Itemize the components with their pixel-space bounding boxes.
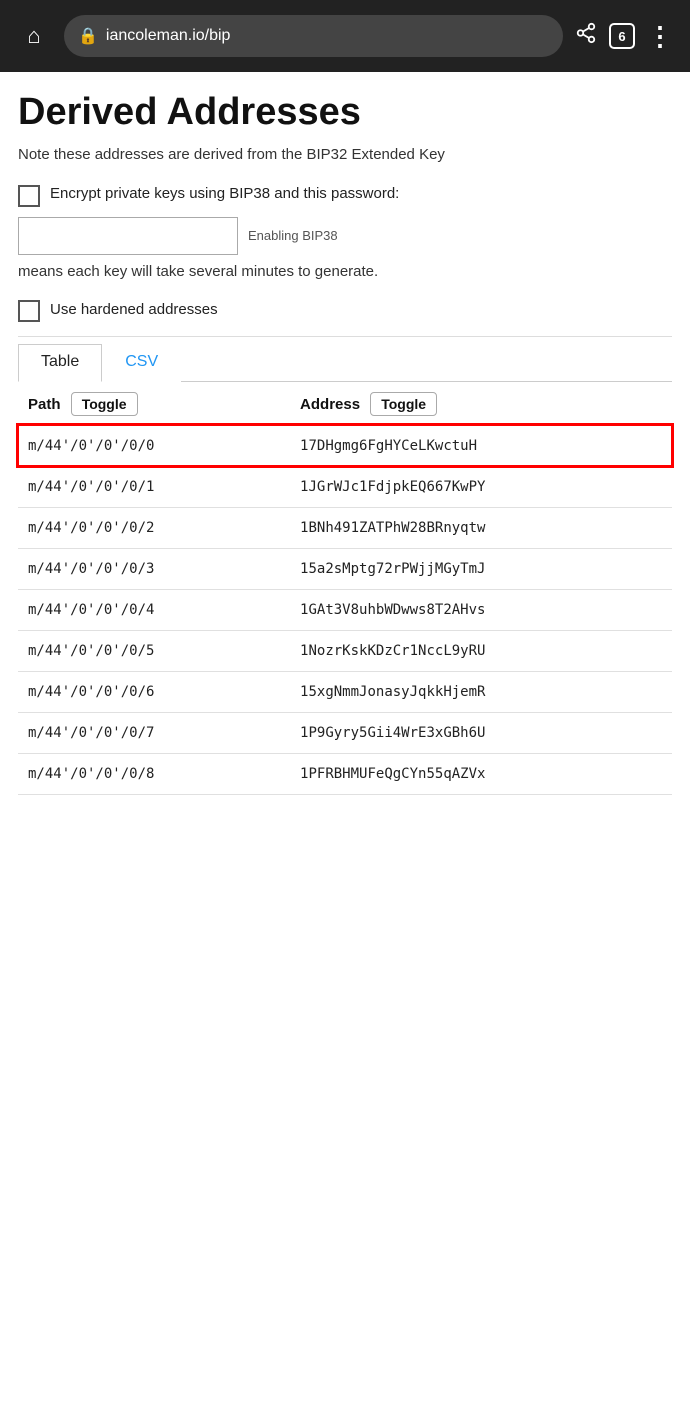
path-cell: m/44'/0'/0'/0/5 — [18, 630, 290, 671]
col-path-header: Path Toggle — [18, 382, 290, 425]
address-cell: 15a2sMptg72rPWjjMGyTmJ — [290, 548, 672, 589]
table-row[interactable]: m/44'/0'/0'/0/315a2sMptg72rPWjjMGyTmJ — [18, 548, 672, 589]
bip38-label: Encrypt private keys using BIP38 and thi… — [50, 183, 399, 206]
table-row[interactable]: m/44'/0'/0'/0/11JGrWJc1FdjpkEQ667KwPY — [18, 466, 672, 507]
tabs-section: Table CSV Path Toggle Address Toggle m/4… — [18, 336, 672, 795]
url-text: iancoleman.io/bip — [106, 27, 549, 45]
bip38-checkbox[interactable] — [18, 185, 40, 207]
table-row[interactable]: m/44'/0'/0'/0/71P9Gyry5Gii4WrE3xGBh6U — [18, 712, 672, 753]
lock-icon: 🔒 — [78, 26, 98, 46]
bip38-option-row: Encrypt private keys using BIP38 and thi… — [18, 183, 672, 207]
table-row[interactable]: m/44'/0'/0'/0/41GAt3V8uhbWDwws8T2AHvs — [18, 589, 672, 630]
page-subtitle: Note these addresses are derived from th… — [18, 144, 672, 165]
address-cell: 1JGrWJc1FdjpkEQ667KwPY — [290, 466, 672, 507]
address-cell: 17DHgmg6FgHYCeLKwctuH — [290, 425, 672, 467]
tab-csv[interactable]: CSV — [102, 344, 181, 382]
address-cell: 1NozrKskKDzCr1NccL9yRU — [290, 630, 672, 671]
page-title: Derived Addresses — [18, 92, 672, 134]
path-cell: m/44'/0'/0'/0/1 — [18, 466, 290, 507]
page-content: Derived Addresses Note these addresses a… — [0, 72, 690, 819]
address-toggle-button[interactable]: Toggle — [370, 392, 437, 416]
bip38-input-row: Enabling BIP38 — [18, 217, 672, 255]
path-cell: m/44'/0'/0'/0/7 — [18, 712, 290, 753]
path-cell: m/44'/0'/0'/0/8 — [18, 753, 290, 794]
table-header-row: Path Toggle Address Toggle — [18, 382, 672, 425]
hardened-label: Use hardened addresses — [50, 299, 218, 322]
path-cell: m/44'/0'/0'/0/3 — [18, 548, 290, 589]
bip38-warning: means each key will take several minutes… — [18, 261, 672, 282]
table-row[interactable]: m/44'/0'/0'/0/615xgNmmJonasyJqkkHjemR — [18, 671, 672, 712]
bip38-inline-note: Enabling BIP38 — [248, 228, 338, 243]
path-cell: m/44'/0'/0'/0/4 — [18, 589, 290, 630]
address-cell: 1GAt3V8uhbWDwws8T2AHvs — [290, 589, 672, 630]
addresses-table: Path Toggle Address Toggle m/44'/0'/0'/0… — [18, 382, 672, 795]
col-address-header: Address Toggle — [290, 382, 672, 425]
hardened-checkbox[interactable] — [18, 300, 40, 322]
browser-chrome: ⌂ 🔒 iancoleman.io/bip 6 ⋮ — [0, 0, 690, 72]
address-cell: 1PFRBHMUFeQgCYn55qAZVx — [290, 753, 672, 794]
address-cell: 1P9Gyry5Gii4WrE3xGBh6U — [290, 712, 672, 753]
tabs-row: Table CSV — [18, 337, 672, 382]
path-cell: m/44'/0'/0'/0/0 — [18, 425, 290, 467]
path-toggle-button[interactable]: Toggle — [71, 392, 138, 416]
address-cell: 15xgNmmJonasyJqkkHjemR — [290, 671, 672, 712]
tab-count-badge[interactable]: 6 — [609, 23, 635, 49]
browser-menu-icon[interactable]: ⋮ — [647, 21, 674, 52]
table-row[interactable]: m/44'/0'/0'/0/21BNh491ZATPhW28BRnyqtw — [18, 507, 672, 548]
address-cell: 1BNh491ZATPhW28BRnyqtw — [290, 507, 672, 548]
share-icon[interactable] — [575, 22, 597, 50]
path-cell: m/44'/0'/0'/0/6 — [18, 671, 290, 712]
tab-table[interactable]: Table — [18, 344, 102, 382]
path-cell: m/44'/0'/0'/0/2 — [18, 507, 290, 548]
hardened-option-row: Use hardened addresses — [18, 298, 672, 322]
table-row[interactable]: m/44'/0'/0'/0/81PFRBHMUFeQgCYn55qAZVx — [18, 753, 672, 794]
home-icon[interactable]: ⌂ — [16, 23, 52, 49]
table-row[interactable]: m/44'/0'/0'/0/51NozrKskKDzCr1NccL9yRU — [18, 630, 672, 671]
bip38-password-input[interactable] — [18, 217, 238, 255]
url-bar[interactable]: 🔒 iancoleman.io/bip — [64, 15, 563, 57]
table-row[interactable]: m/44'/0'/0'/0/017DHgmg6FgHYCeLKwctuH — [18, 425, 672, 467]
